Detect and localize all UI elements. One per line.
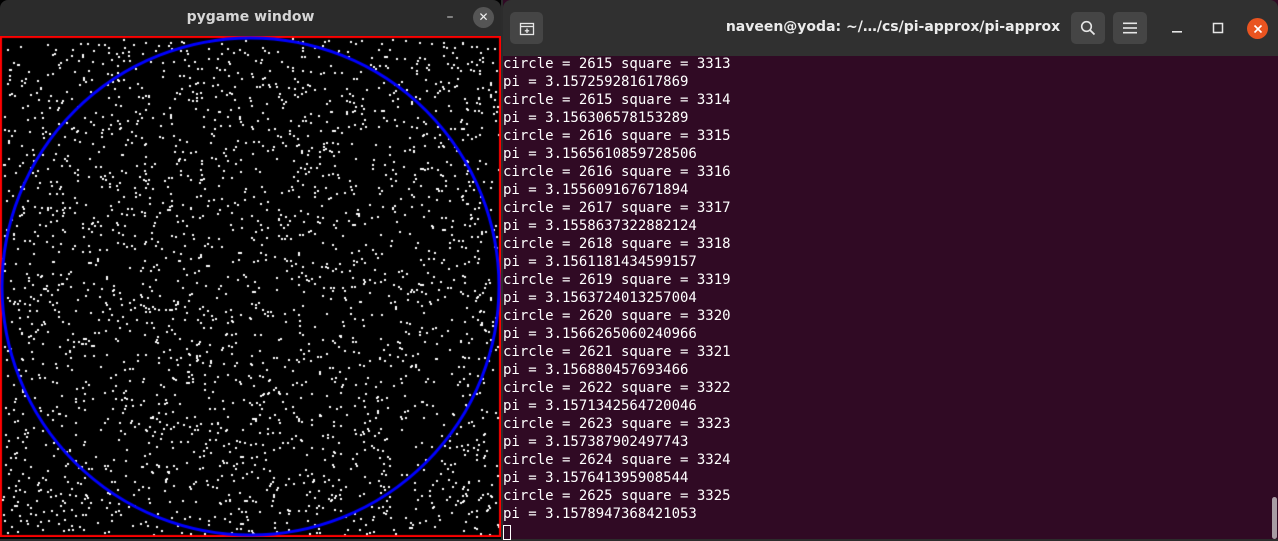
pygame-titlebar[interactable]: pygame window – ✕	[0, 0, 501, 36]
terminal-line: pi = 3.1571342564720046	[503, 398, 697, 414]
terminal-scrollbar[interactable]	[1272, 497, 1277, 539]
text-cursor	[503, 524, 511, 540]
terminal-line: pi = 3.1561181434599157	[503, 254, 697, 270]
terminal-line: circle = 2616 square = 3316	[503, 164, 731, 180]
terminal-line: circle = 2617 square = 3317	[503, 200, 731, 216]
terminal-title: naveen@yoda: ~/…/cs/pi-approx/pi-approx	[725, 19, 1061, 35]
terminal-line: pi = 3.157259281617869	[503, 74, 689, 90]
hamburger-menu-icon	[1123, 22, 1137, 34]
monte-carlo-canvas[interactable]	[0, 36, 501, 537]
terminal-line: circle = 2624 square = 3324	[503, 452, 731, 468]
close-icon: ✕	[478, 10, 489, 24]
terminal-line: circle = 2623 square = 3323	[503, 416, 731, 432]
new-tab-button[interactable]	[510, 12, 543, 44]
terminal-line: pi = 3.1565610859728506	[503, 146, 697, 162]
terminal-line: circle = 2620 square = 3320	[503, 308, 731, 324]
terminal-output[interactable]: circle = 2615 square = 3313 pi = 3.157259…	[503, 55, 1268, 541]
terminal-line: pi = 3.157387902497743	[503, 434, 689, 450]
terminal-line: circle = 2618 square = 3318	[503, 236, 731, 252]
terminal-line: pi = 3.1578947368421053	[503, 506, 697, 522]
terminal-line: circle = 2625 square = 3325	[503, 488, 731, 504]
maximize-icon	[1212, 22, 1224, 34]
terminal-line: circle = 2616 square = 3315	[503, 128, 731, 144]
pygame-window-title: pygame window	[186, 9, 315, 25]
pygame-window: pygame window – ✕	[0, 0, 501, 539]
minimize-icon: –	[446, 9, 454, 25]
terminal-line: pi = 3.1566265060240966	[503, 326, 697, 342]
terminal-line: circle = 2619 square = 3319	[503, 272, 731, 288]
terminal-maximize-button[interactable]	[1208, 18, 1228, 38]
pygame-minimize-button[interactable]: –	[440, 6, 460, 28]
terminal-line: pi = 3.156880457693466	[503, 362, 689, 378]
terminal-line: pi = 3.1563724013257004	[503, 290, 697, 306]
terminal-headerbar[interactable]: naveen@yoda: ~/…/cs/pi-approx/pi-approx	[503, 0, 1278, 56]
terminal-line: pi = 3.157641395908544	[503, 470, 689, 486]
terminal-line: pi = 3.1558637322882124	[503, 218, 697, 234]
terminal-close-button[interactable]	[1247, 18, 1268, 39]
terminal-line: circle = 2615 square = 3313	[503, 56, 731, 72]
search-button[interactable]	[1071, 12, 1105, 44]
terminal-line: pi = 3.155609167671894	[503, 182, 689, 198]
terminal-prompt-line[interactable]	[503, 523, 1268, 541]
terminal-line: circle = 2622 square = 3322	[503, 380, 731, 396]
menu-button[interactable]	[1113, 12, 1147, 44]
search-icon	[1080, 20, 1096, 36]
new-tab-icon	[519, 22, 534, 36]
close-icon	[1253, 24, 1262, 33]
terminal-line: circle = 2621 square = 3321	[503, 344, 731, 360]
terminal-line: circle = 2615 square = 3314	[503, 92, 731, 108]
terminal-line: pi = 3.156306578153289	[503, 110, 689, 126]
terminal-window: naveen@yoda: ~/…/cs/pi-approx/pi-approx	[503, 0, 1278, 541]
terminal-minimize-button[interactable]	[1167, 18, 1187, 38]
pygame-close-button[interactable]: ✕	[473, 7, 494, 28]
minimize-icon	[1172, 31, 1182, 33]
